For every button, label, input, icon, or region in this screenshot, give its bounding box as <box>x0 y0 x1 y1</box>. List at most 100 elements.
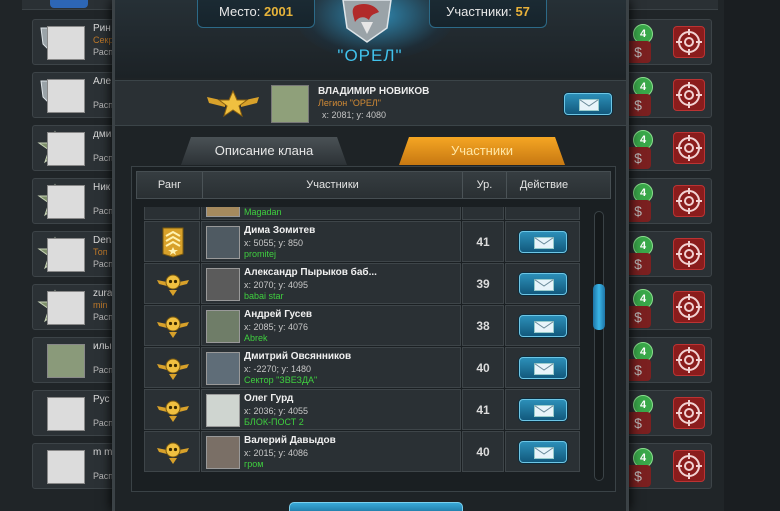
member-cell: Magadan <box>201 207 461 220</box>
winged-skull-rank-icon <box>157 358 189 380</box>
crosshair-icon <box>676 135 702 161</box>
crosshair-icon <box>676 400 702 426</box>
crosshair-icon <box>676 29 702 55</box>
member-avatar[interactable] <box>206 436 240 469</box>
member-legion: БЛОК-ПОСТ 2 <box>244 417 304 427</box>
member-level: 38 <box>462 305 504 346</box>
attack-target-button[interactable] <box>673 185 705 217</box>
member-level: 39 <box>462 263 504 304</box>
rank-cell <box>144 263 200 304</box>
mail-icon <box>534 237 554 249</box>
members-table-header: Ранг Участники Ур. Действие <box>136 171 611 199</box>
member-name[interactable]: Александр Пырыков баб... <box>244 267 456 278</box>
action-cell <box>505 221 580 262</box>
member-cell: Валерий Давыдов x: 2015; y: 4086 гром <box>201 431 461 472</box>
header-members: Участники <box>203 172 463 198</box>
rank-cell <box>144 389 200 430</box>
message-member-button[interactable] <box>519 441 567 463</box>
player-avatar[interactable] <box>47 291 85 325</box>
crosshair-icon <box>676 453 702 479</box>
winged-skull-rank-icon <box>157 316 189 338</box>
clan-header: Место: 2001 Участники: 57 "ОРЕЛ" <box>115 0 626 78</box>
place-value: 2001 <box>264 4 293 19</box>
member-coordinates: x: 2070; y: 4095 <box>244 280 309 290</box>
winged-skull-rank-icon <box>157 442 189 464</box>
message-member-button[interactable] <box>519 231 567 253</box>
clan-eagle-emblem-icon <box>342 0 392 43</box>
player-avatar[interactable] <box>47 26 85 60</box>
member-name[interactable]: Валерий Давыдов <box>244 435 456 446</box>
attack-target-button[interactable] <box>673 26 705 58</box>
member-name[interactable]: Дмитрий Овсянников <box>244 351 456 362</box>
member-avatar[interactable] <box>206 226 240 259</box>
attack-target-button[interactable] <box>673 238 705 270</box>
member-avatar[interactable] <box>206 207 240 217</box>
rank-cell <box>144 431 200 472</box>
member-legion: promitej <box>244 249 277 259</box>
attack-target-button[interactable] <box>673 397 705 429</box>
player-avatar[interactable] <box>47 450 85 484</box>
table-row: Андрей Гусев x: 2085; y: 4076 Abrek 38 <box>144 305 580 347</box>
member-avatar[interactable] <box>206 352 240 385</box>
member-coordinates: x: 2085; y: 4076 <box>244 322 309 332</box>
mail-icon <box>534 321 554 333</box>
members-scrollbar[interactable] <box>593 211 605 481</box>
player-legion: Секр <box>93 35 114 45</box>
attack-target-button[interactable] <box>673 450 705 482</box>
mail-icon <box>534 363 554 375</box>
member-name[interactable]: Дима Зомитев <box>244 225 456 236</box>
attack-target-button[interactable] <box>673 291 705 323</box>
attack-target-button[interactable] <box>673 132 705 164</box>
member-name[interactable]: Олег Гурд <box>244 393 456 404</box>
player-name: Ник <box>93 182 111 193</box>
player-legion: min <box>93 300 108 310</box>
action-cell <box>505 389 580 430</box>
members-list: Magadan Дима Зомитев x: 5055; y: 850 promi… <box>144 207 580 481</box>
message-member-button[interactable] <box>519 399 567 421</box>
member-coordinates: x: -2270; y: 1480 <box>244 364 312 374</box>
clan-leader-row: ВЛАДИМИР НОВИКОВ Легион "ОРЕЛ" x: 2081; … <box>115 80 626 126</box>
player-avatar[interactable] <box>47 185 85 219</box>
action-cell <box>505 305 580 346</box>
leader-name[interactable]: ВЛАДИМИР НОВИКОВ <box>318 86 429 97</box>
crosshair-icon <box>676 347 702 373</box>
player-legion: Топ <box>93 247 108 257</box>
rank-cell <box>144 305 200 346</box>
bottom-action-button[interactable] <box>289 502 463 511</box>
attack-target-button[interactable] <box>673 344 705 376</box>
player-avatar[interactable] <box>47 132 85 166</box>
player-name: илы <box>93 341 112 352</box>
player-avatar[interactable] <box>47 397 85 431</box>
player-distance: Расп <box>93 100 114 110</box>
background-back-button[interactable] <box>50 0 88 8</box>
table-row: Дима Зомитев x: 5055; y: 850 promitej 41 <box>144 221 580 263</box>
member-name[interactable]: Андрей Гусев <box>244 309 456 320</box>
attack-target-button[interactable] <box>673 79 705 111</box>
leader-message-button[interactable] <box>564 93 612 115</box>
leader-avatar[interactable] <box>271 85 309 123</box>
player-name: Але <box>93 76 112 87</box>
player-avatar[interactable] <box>47 238 85 272</box>
player-name: Рус <box>93 394 110 405</box>
message-member-button[interactable] <box>519 357 567 379</box>
winged-skull-rank-icon <box>157 400 189 422</box>
player-distance: Расп <box>93 418 114 428</box>
message-member-button[interactable] <box>519 273 567 295</box>
member-legion: Сектор "ЗВЕЗДА" <box>244 375 318 385</box>
member-coordinates: x: 2015; y: 4086 <box>244 448 309 458</box>
members-scrollbar-thumb[interactable] <box>593 284 605 330</box>
player-name: дми <box>93 129 112 140</box>
member-avatar[interactable] <box>206 268 240 301</box>
rank-cell <box>144 207 200 220</box>
mail-icon <box>534 447 554 459</box>
player-avatar[interactable] <box>47 79 85 113</box>
member-level: 41 <box>462 389 504 430</box>
member-avatar[interactable] <box>206 310 240 343</box>
tab-members[interactable]: Участники <box>399 137 565 165</box>
player-avatar[interactable] <box>47 344 85 378</box>
member-avatar[interactable] <box>206 394 240 427</box>
tab-clan-description[interactable]: Описание клана <box>181 137 347 165</box>
member-cell: Андрей Гусев x: 2085; y: 4076 Abrek <box>201 305 461 346</box>
player-distance: Расп <box>93 312 114 322</box>
message-member-button[interactable] <box>519 315 567 337</box>
